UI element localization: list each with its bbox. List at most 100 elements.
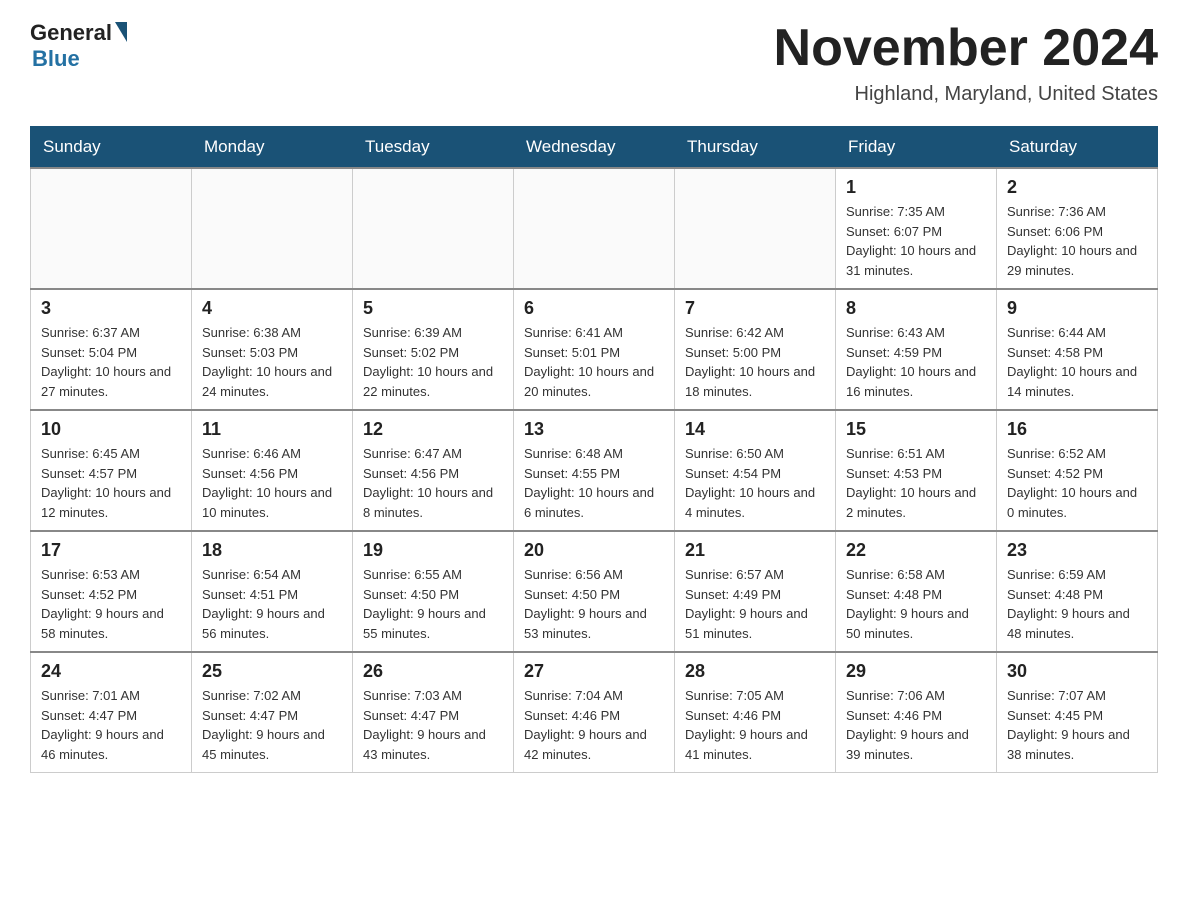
- calendar-subtitle: Highland, Maryland, United States: [774, 83, 1158, 106]
- day-number: 4: [202, 298, 342, 319]
- sunrise-text: Sunrise: 7:02 AM: [202, 688, 301, 703]
- sunset-text: Sunset: 4:45 PM: [1007, 708, 1103, 723]
- day-number: 13: [524, 419, 664, 440]
- sunrise-text: Sunrise: 7:04 AM: [524, 688, 623, 703]
- day-number: 2: [1007, 177, 1147, 198]
- daylight-text: Daylight: 10 hours and 0 minutes.: [1007, 485, 1137, 520]
- weekday-header-saturday: Saturday: [997, 127, 1158, 169]
- day-info: Sunrise: 6:44 AMSunset: 4:58 PMDaylight:…: [1007, 323, 1147, 401]
- day-number: 1: [846, 177, 986, 198]
- calendar-week-row: 1 Sunrise: 7:35 AMSunset: 6:07 PMDaylight…: [31, 168, 1158, 289]
- daylight-text: Daylight: 10 hours and 29 minutes.: [1007, 243, 1137, 278]
- sunrise-text: Sunrise: 6:38 AM: [202, 325, 301, 340]
- sunset-text: Sunset: 5:04 PM: [41, 345, 137, 360]
- sunset-text: Sunset: 4:55 PM: [524, 466, 620, 481]
- calendar-cell: 30Sunrise: 7:07 AMSunset: 4:45 PMDayligh…: [997, 652, 1158, 773]
- day-info: Sunrise: 6:55 AMSunset: 4:50 PMDaylight:…: [363, 565, 503, 643]
- calendar-cell: 12 Sunrise: 6:47 AMSunset: 4:56 PMDayligh…: [353, 410, 514, 531]
- daylight-text: Daylight: 10 hours and 18 minutes.: [685, 364, 815, 399]
- calendar-week-row: 10Sunrise: 6:45 AMSunset: 4:57 PMDayligh…: [31, 410, 1158, 531]
- daylight-text: Daylight: 9 hours and 45 minutes.: [202, 727, 325, 762]
- day-info: Sunrise: 6:47 AMSunset: 4:56 PMDaylight:…: [363, 444, 503, 522]
- day-number: 12: [363, 419, 503, 440]
- sunrise-text: Sunrise: 7:01 AM: [41, 688, 140, 703]
- sunset-text: Sunset: 5:03 PM: [202, 345, 298, 360]
- sunset-text: Sunset: 4:47 PM: [363, 708, 459, 723]
- day-info: Sunrise: 6:54 AMSunset: 4:51 PMDaylight:…: [202, 565, 342, 643]
- weekday-header-tuesday: Tuesday: [353, 127, 514, 169]
- sunrise-text: Sunrise: 7:06 AM: [846, 688, 945, 703]
- sunrise-text: Sunrise: 6:51 AM: [846, 446, 945, 461]
- sunset-text: Sunset: 4:58 PM: [1007, 345, 1103, 360]
- sunrise-text: Sunrise: 6:56 AM: [524, 567, 623, 582]
- calendar-cell: 25Sunrise: 7:02 AMSunset: 4:47 PMDayligh…: [192, 652, 353, 773]
- day-number: 30: [1007, 661, 1147, 682]
- sunset-text: Sunset: 4:50 PM: [524, 587, 620, 602]
- day-number: 5: [363, 298, 503, 319]
- sunset-text: Sunset: 4:49 PM: [685, 587, 781, 602]
- daylight-text: Daylight: 10 hours and 24 minutes.: [202, 364, 332, 399]
- day-number: 25: [202, 661, 342, 682]
- calendar-cell: 22Sunrise: 6:58 AMSunset: 4:48 PMDayligh…: [836, 531, 997, 652]
- daylight-text: Daylight: 9 hours and 51 minutes.: [685, 606, 808, 641]
- calendar-cell: 29Sunrise: 7:06 AMSunset: 4:46 PMDayligh…: [836, 652, 997, 773]
- day-number: 16: [1007, 419, 1147, 440]
- sunrise-text: Sunrise: 6:39 AM: [363, 325, 462, 340]
- sunrise-text: Sunrise: 6:41 AM: [524, 325, 623, 340]
- page-header: General Blue November 2024 Highland, Mar…: [30, 20, 1158, 106]
- day-info: Sunrise: 6:59 AMSunset: 4:48 PMDaylight:…: [1007, 565, 1147, 643]
- sunset-text: Sunset: 4:59 PM: [846, 345, 942, 360]
- day-info: Sunrise: 7:01 AMSunset: 4:47 PMDaylight:…: [41, 686, 181, 764]
- day-info: Sunrise: 6:46 AMSunset: 4:56 PMDaylight:…: [202, 444, 342, 522]
- day-info: Sunrise: 6:42 AMSunset: 5:00 PMDaylight:…: [685, 323, 825, 401]
- logo-blue-text: Blue: [32, 46, 80, 72]
- sunrise-text: Sunrise: 6:52 AM: [1007, 446, 1106, 461]
- sunset-text: Sunset: 5:02 PM: [363, 345, 459, 360]
- daylight-text: Daylight: 9 hours and 46 minutes.: [41, 727, 164, 762]
- logo-arrow-icon: [115, 22, 127, 42]
- sunrise-text: Sunrise: 6:54 AM: [202, 567, 301, 582]
- day-number: 20: [524, 540, 664, 561]
- weekday-header-thursday: Thursday: [675, 127, 836, 169]
- calendar-cell: 2Sunrise: 7:36 AMSunset: 6:06 PMDaylight…: [997, 168, 1158, 289]
- day-info: Sunrise: 6:48 AMSunset: 4:55 PMDaylight:…: [524, 444, 664, 522]
- day-number: 29: [846, 661, 986, 682]
- day-number: 3: [41, 298, 181, 319]
- day-info: Sunrise: 6:43 AMSunset: 4:59 PMDaylight:…: [846, 323, 986, 401]
- sunset-text: Sunset: 6:07 PM: [846, 224, 942, 239]
- day-info: Sunrise: 6:50 AMSunset: 4:54 PMDaylight:…: [685, 444, 825, 522]
- calendar-cell: 18Sunrise: 6:54 AMSunset: 4:51 PMDayligh…: [192, 531, 353, 652]
- sunset-text: Sunset: 4:57 PM: [41, 466, 137, 481]
- day-number: 8: [846, 298, 986, 319]
- calendar-cell: 15Sunrise: 6:51 AMSunset: 4:53 PMDayligh…: [836, 410, 997, 531]
- day-number: 19: [363, 540, 503, 561]
- daylight-text: Daylight: 9 hours and 55 minutes.: [363, 606, 486, 641]
- daylight-text: Daylight: 9 hours and 38 minutes.: [1007, 727, 1130, 762]
- day-number: 26: [363, 661, 503, 682]
- calendar-cell: 11Sunrise: 6:46 AMSunset: 4:56 PMDayligh…: [192, 410, 353, 531]
- day-info: Sunrise: 6:38 AM Sunset: 5:03 PM Daylight:…: [202, 323, 342, 401]
- calendar-cell: 7 Sunrise: 6:42 AMSunset: 5:00 PMDaylight…: [675, 289, 836, 410]
- title-section: November 2024 Highland, Maryland, United…: [774, 20, 1158, 106]
- calendar-title: November 2024: [774, 20, 1158, 77]
- sunrise-text: Sunrise: 6:46 AM: [202, 446, 301, 461]
- sunset-text: Sunset: 4:53 PM: [846, 466, 942, 481]
- logo: General Blue: [30, 20, 127, 72]
- day-info: Sunrise: 6:37 AMSunset: 5:04 PMDaylight:…: [41, 323, 181, 401]
- day-number: 7: [685, 298, 825, 319]
- sunset-text: Sunset: 4:48 PM: [846, 587, 942, 602]
- daylight-text: Daylight: 10 hours and 31 minutes.: [846, 243, 976, 278]
- day-info: Sunrise: 7:04 AMSunset: 4:46 PMDaylight:…: [524, 686, 664, 764]
- day-number: 23: [1007, 540, 1147, 561]
- sunset-text: Sunset: 4:56 PM: [363, 466, 459, 481]
- sunrise-text: Sunrise: 6:59 AM: [1007, 567, 1106, 582]
- calendar-cell: 1 Sunrise: 7:35 AMSunset: 6:07 PMDaylight…: [836, 168, 997, 289]
- day-number: 9: [1007, 298, 1147, 319]
- calendar-cell: 8 Sunrise: 6:43 AMSunset: 4:59 PMDaylight…: [836, 289, 997, 410]
- sunrise-text: Sunrise: 7:36 AM: [1007, 204, 1106, 219]
- day-number: 14: [685, 419, 825, 440]
- calendar-cell: 3 Sunrise: 6:37 AMSunset: 5:04 PMDaylight…: [31, 289, 192, 410]
- day-number: 10: [41, 419, 181, 440]
- day-number: 24: [41, 661, 181, 682]
- day-info: Sunrise: 7:35 AMSunset: 6:07 PMDaylight:…: [846, 202, 986, 280]
